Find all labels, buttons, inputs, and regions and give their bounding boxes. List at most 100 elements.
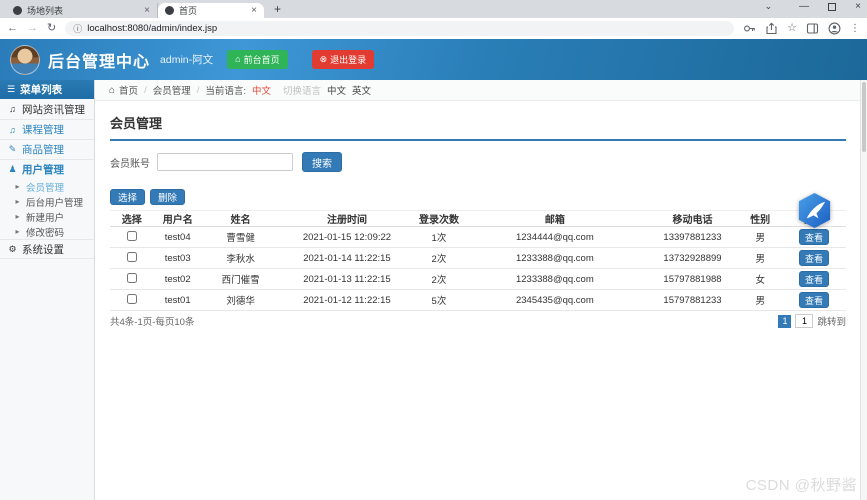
sidebar-item-admin-users[interactable]: ▸ 后台用户管理 (0, 194, 94, 209)
minimize-button[interactable]: — (799, 1, 809, 12)
column-header: 邮箱 (463, 210, 647, 227)
column-header: 选择 (110, 210, 154, 227)
browser-tab-home[interactable]: 首页 × (158, 3, 264, 18)
sidebar-nav: ♫ 网站资讯管理 ♫ 课程管理 ✎ 商品管理 ♟ 用户管理 ▸ 会员管理 ▸ 后台用户管理 ▸ 新建用户 ▸… (0, 99, 94, 259)
home-icon: ⌂ (109, 84, 116, 96)
caret-icon: ▸ (15, 182, 20, 191)
row-checkbox[interactable] (126, 272, 137, 283)
app-header: 后台管理中心 admin-阿文 ⌂ 前台首页 ⊗ 退出登录 (0, 39, 867, 80)
breadcrumb: ⌂ 首页 会员管理 当前语言: 中文 切换语言 中文 英文 (95, 80, 860, 101)
page-scrollbar[interactable] (860, 80, 867, 500)
row-checkbox[interactable] (126, 293, 137, 304)
tab-strip: 场地列表 × 首页 × + ⌄ — × (0, 0, 867, 18)
view-button[interactable]: 查看 (798, 271, 829, 287)
table-actions: 选择 删除 (110, 189, 846, 205)
cell-username: test02 (153, 268, 202, 290)
sidebar-item-users[interactable]: ♟ 用户管理 (0, 159, 94, 179)
menu-icon: ☰ (7, 84, 16, 94)
power-icon: ⊗ (319, 54, 328, 64)
sidebar-menu-header: ☰ 菜单列表 (0, 80, 94, 99)
close-window-button[interactable]: × (855, 1, 861, 12)
cell-logins: 1次 (414, 226, 464, 248)
music-note-icon: ♫ (9, 124, 16, 135)
caret-icon: ▸ (15, 212, 20, 221)
back-icon[interactable]: ← (7, 23, 18, 34)
csdn-watermark: CSDN @秋野酱 (745, 477, 857, 494)
close-icon[interactable]: × (144, 5, 150, 16)
cell-phone: 15797881233 (646, 289, 739, 311)
member-management-panel: 会员管理 会员账号 搜索 选择 删除 选择 用户名 姓名 注册时间 登录次数 邮… (95, 101, 860, 328)
frontend-home-button[interactable]: ⌂ 前台首页 (227, 50, 288, 69)
cell-reg_time: 2021-01-13 11:22:15 (279, 268, 415, 290)
frontend-home-label: 前台首页 (243, 55, 280, 65)
members-table: 选择用户名姓名注册时间登录次数邮箱移动电话性别操作 test04曹雪健2021-… (110, 210, 846, 311)
browser-window: 场地列表 × 首页 × + ⌄ — × ← → ↻ ⓘ localhost:80… (0, 0, 867, 500)
maximize-button[interactable] (828, 2, 837, 11)
cell-gender: 男 (738, 247, 782, 269)
breadcrumb-section[interactable]: 会员管理 (153, 83, 191, 97)
cell-logins: 2次 (414, 247, 464, 269)
cell-gender: 男 (738, 226, 782, 248)
cell-phone: 15797881988 (646, 268, 739, 290)
language-option-zh[interactable]: 中文 (327, 83, 346, 97)
cell-reg_time: 2021-01-12 11:22:15 (279, 289, 415, 311)
caret-icon: ▸ (15, 197, 20, 206)
sidebar-item-members[interactable]: ▸ 会员管理 (0, 179, 94, 194)
logout-label: 退出登录 (330, 55, 367, 65)
switch-language-label: 切换语言 (283, 86, 322, 97)
scrollbar-thumb[interactable] (862, 82, 866, 152)
sidebar-item-change-pwd[interactable]: ▸ 修改密码 (0, 224, 94, 239)
page-number-button[interactable]: 1 (778, 314, 792, 328)
language-option-en[interactable]: 英文 (352, 83, 371, 97)
reload-icon[interactable]: ↻ (47, 23, 56, 34)
pagination-summary: 共4条-1页-每页10条 (110, 317, 195, 328)
user-icon: ♟ (8, 164, 17, 174)
cell-phone: 13732928899 (646, 247, 739, 269)
password-key-icon[interactable] (743, 22, 756, 35)
logout-button[interactable]: ⊗ 退出登录 (311, 50, 375, 69)
side-panel-icon[interactable] (806, 22, 819, 35)
row-checkbox[interactable] (126, 251, 137, 262)
search-button[interactable]: 搜索 (302, 152, 342, 172)
browser-tab-venues[interactable]: 场地列表 × (6, 3, 158, 18)
sidebar-item-courses[interactable]: ♫ 课程管理 (0, 119, 94, 139)
browser-menu-icon[interactable]: ⋮ (850, 23, 860, 34)
view-button[interactable]: 查看 (798, 292, 829, 308)
cell-name: 曹雪健 (201, 226, 280, 248)
breadcrumb-home[interactable]: 首页 (119, 83, 138, 97)
sidebar-item-goods[interactable]: ✎ 商品管理 (0, 139, 94, 159)
row-checkbox[interactable] (126, 230, 137, 241)
column-header: 用户名 (153, 210, 202, 227)
address-bar[interactable]: ⓘ localhost:8080/admin/index.jsp (65, 21, 735, 36)
cell-reg_time: 2021-01-14 11:22:15 (279, 247, 415, 269)
sidebar-item-new-user[interactable]: ▸ 新建用户 (0, 209, 94, 224)
column-header: 注册时间 (279, 210, 415, 227)
page-title: 会员管理 (110, 116, 163, 131)
column-header: 登录次数 (414, 210, 464, 227)
tab-favicon (13, 6, 22, 15)
select-all-button[interactable]: 选择 (110, 189, 146, 205)
new-tab-button[interactable]: + (274, 2, 281, 18)
jump-page-input[interactable] (795, 314, 814, 328)
current-language-value: 中文 (252, 86, 272, 97)
close-icon[interactable]: × (251, 5, 257, 16)
bookmark-star-icon[interactable]: ☆ (787, 23, 797, 34)
member-account-input[interactable] (157, 153, 293, 171)
thunder-download-overlay-icon[interactable] (797, 192, 832, 234)
delete-button[interactable]: 删除 (150, 189, 186, 205)
sidebar-item-label: 系统设置 (22, 243, 64, 256)
column-header: 性别 (738, 210, 782, 227)
profile-avatar-icon[interactable] (828, 22, 841, 35)
sidebar-item-settings[interactable]: ⚙ 系统设置 (0, 239, 94, 259)
forward-icon[interactable]: → (27, 23, 38, 34)
table-header-row: 选择用户名姓名注册时间登录次数邮箱移动电话性别操作 (110, 210, 846, 227)
breadcrumb-separator (144, 85, 147, 96)
sidebar-item-site-news[interactable]: ♫ 网站资讯管理 (0, 99, 94, 119)
user-avatar (10, 44, 40, 75)
site-info-icon[interactable]: ⓘ (73, 22, 82, 35)
music-note-icon: ♫ (9, 104, 16, 114)
view-button[interactable]: 查看 (798, 250, 829, 266)
cell-name: 刘德华 (201, 289, 280, 311)
tab-search-chevron-icon[interactable]: ⌄ (765, 1, 773, 12)
share-icon[interactable] (765, 22, 778, 35)
